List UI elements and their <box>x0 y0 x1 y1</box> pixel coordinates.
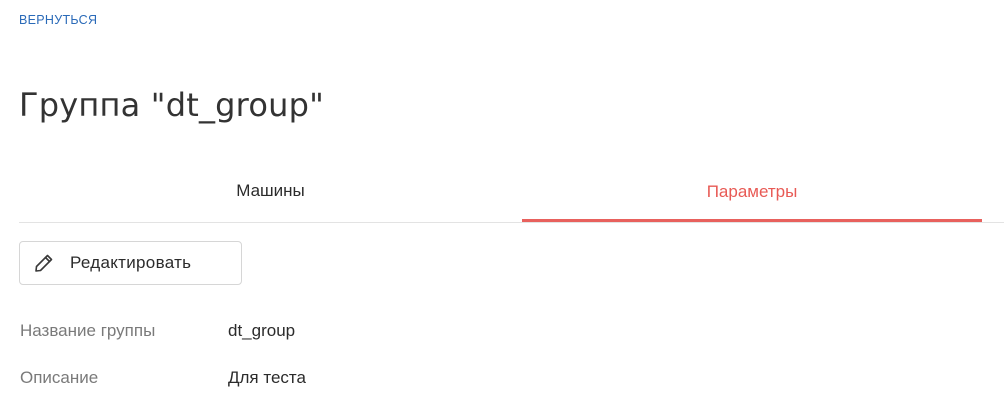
edit-button-label: Редактировать <box>70 253 192 272</box>
field-row-group-name: Название группы dt_group <box>20 321 295 341</box>
edit-button[interactable]: Редактировать <box>19 241 242 285</box>
description-label: Описание <box>20 368 99 387</box>
description-value: Для теста <box>228 368 306 387</box>
back-link[interactable]: ВЕРНУТЬСЯ <box>19 13 97 27</box>
pencil-icon <box>32 251 56 275</box>
tab-machines-label: Машины <box>236 181 305 200</box>
tab-machines[interactable]: Машины <box>19 162 522 220</box>
group-name-value: dt_group <box>228 321 296 340</box>
group-page: ВЕРНУТЬСЯ Группа "dt_group" Машины Парам… <box>0 0 1004 416</box>
tab-parameters-label: Параметры <box>706 181 798 201</box>
field-row-description: Описание Для теста <box>20 368 306 388</box>
tab-parameters[interactable]: Параметры <box>522 162 982 222</box>
tab-bar: Машины Параметры <box>19 162 1004 223</box>
group-name-label: Название группы <box>20 321 156 340</box>
page-title: Группа "dt_group" <box>19 86 325 124</box>
